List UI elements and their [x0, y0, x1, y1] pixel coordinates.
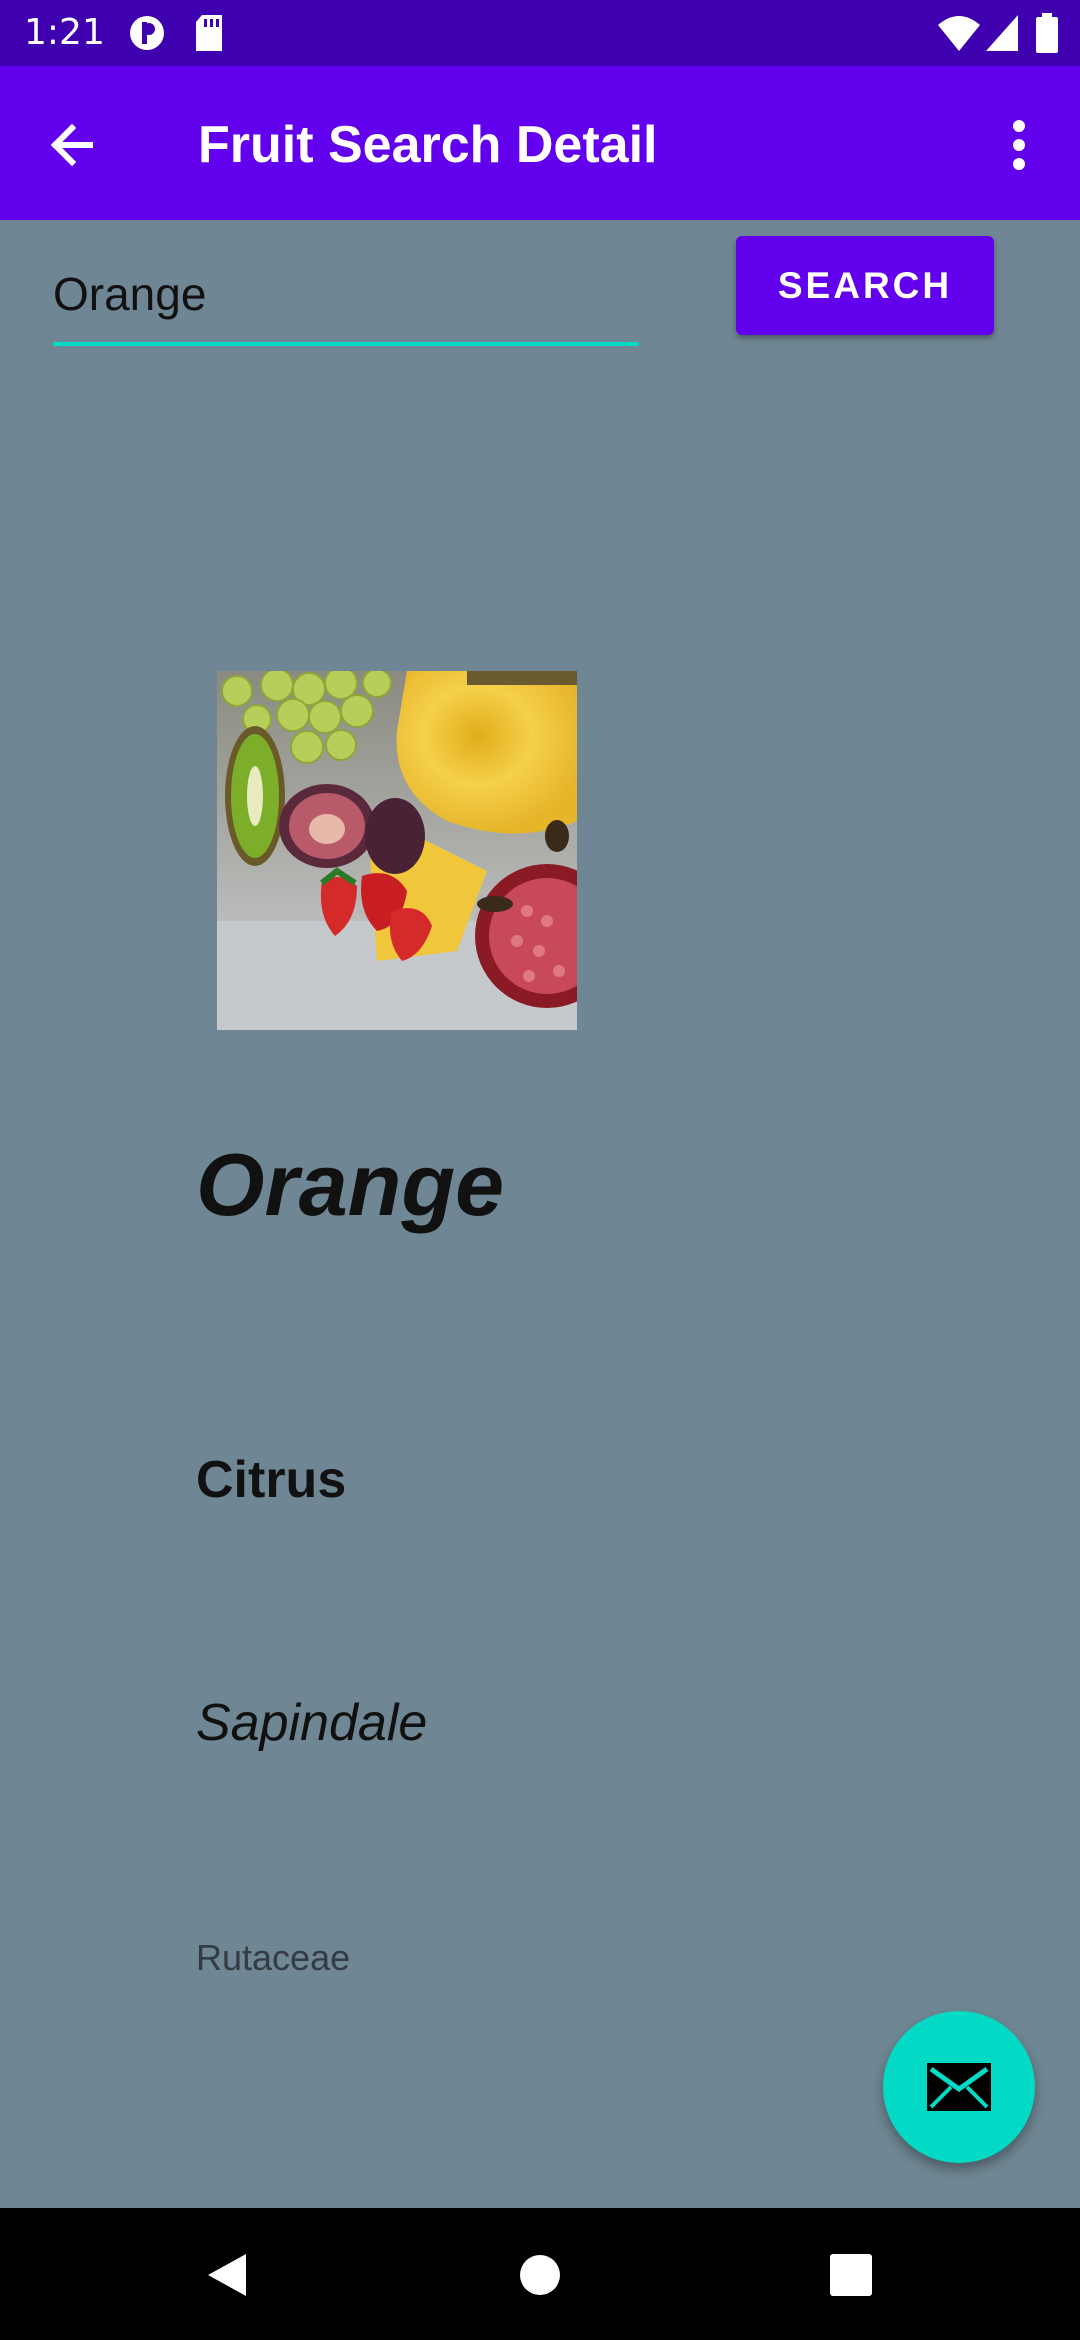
- system-nav-bar: [0, 2208, 1080, 2340]
- fruit-genus: Citrus: [196, 1451, 347, 1509]
- signal-icon: [986, 15, 1018, 51]
- nav-back-button[interactable]: [196, 2246, 254, 2304]
- mail-icon: [927, 2063, 991, 2111]
- fruit-family: Rutaceae: [196, 1937, 351, 1978]
- search-button[interactable]: SEARCH: [736, 236, 994, 335]
- wifi-icon: [938, 16, 980, 51]
- back-button[interactable]: [40, 110, 110, 180]
- search-input[interactable]: Orange: [53, 252, 639, 346]
- notification-app-icon: [130, 16, 164, 50]
- back-triangle-icon: [208, 2254, 246, 2296]
- status-bar: 1:21: [0, 0, 1080, 66]
- sd-card-icon: [196, 15, 222, 51]
- home-circle-icon: [520, 2255, 560, 2295]
- app-bar: Fruit Search Detail: [0, 66, 1080, 220]
- fruit-order: Sapindale: [196, 1694, 428, 1752]
- recents-square-icon: [830, 2254, 872, 2296]
- more-vertical-icon: [1013, 120, 1025, 170]
- search-input-value: Orange: [53, 268, 207, 320]
- arrow-left-icon: [50, 123, 93, 167]
- fruit-name: Orange: [196, 1135, 505, 1234]
- fruit-image: [217, 671, 577, 1030]
- nav-recents-button[interactable]: [822, 2246, 880, 2304]
- nav-home-button[interactable]: [511, 2246, 569, 2304]
- battery-icon: [1036, 13, 1058, 53]
- overflow-menu-button[interactable]: [996, 110, 1042, 180]
- status-time: 1:21: [24, 12, 105, 53]
- mixed-fruit-photo: [217, 671, 577, 1030]
- email-fab[interactable]: [883, 2011, 1035, 2163]
- page-title: Fruit Search Detail: [198, 116, 658, 174]
